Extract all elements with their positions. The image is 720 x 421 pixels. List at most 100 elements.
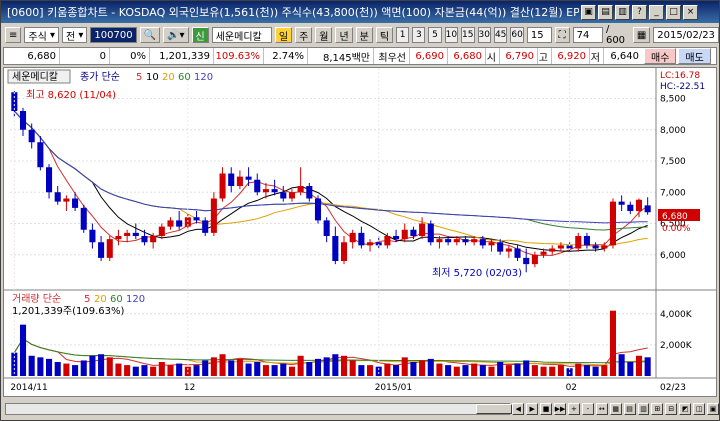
volume-bar <box>176 363 183 376</box>
hc-label: HC:-22.51 <box>660 82 705 92</box>
scroll-thumb[interactable] <box>476 404 512 414</box>
candle-body <box>106 239 113 258</box>
layout-icon[interactable]: ▤ <box>598 4 613 20</box>
volume-bar <box>288 366 295 376</box>
help-icon[interactable]: ? <box>632 4 647 20</box>
candle-body <box>254 179 261 193</box>
freq-month[interactable]: 월 <box>315 27 333 43</box>
code-input[interactable]: 100700 <box>90 27 137 43</box>
unit-select[interactable]: 15 <box>526 27 552 43</box>
calendar-icon[interactable]: ▦ <box>632 27 651 43</box>
volume-bar <box>98 354 105 376</box>
candle-body <box>262 189 269 193</box>
volume-bar <box>488 366 495 376</box>
candle-body <box>583 236 590 246</box>
fullscreen-icon[interactable]: ⛶ <box>554 27 570 43</box>
min-label: 최저 5,720 (02/03) <box>432 267 522 279</box>
candle-body <box>575 236 582 249</box>
chart-area[interactable]: 6,000 6,500 7,000 7,500 8,000 8,500 2,000K 4,0… <box>3 67 717 397</box>
candle-body <box>471 239 478 243</box>
trade-amount: 8,145백만 <box>308 48 374 64</box>
period-tick[interactable]: 틱 <box>375 27 394 43</box>
price-change: 0 <box>60 48 110 64</box>
maximize-button[interactable]: □ <box>666 4 681 20</box>
price-chart[interactable]: 6,0006,5007,0007,5008,0008,500 2,000K4,0… <box>4 68 716 396</box>
search-icon[interactable]: 🔍 <box>139 27 161 43</box>
layout-b-icon[interactable]: ▥ <box>637 403 650 415</box>
volume-bar <box>549 366 556 376</box>
prev-select[interactable]: 전 ▾ <box>62 27 88 43</box>
speaker-icon[interactable]: 🔊▾ <box>163 27 189 43</box>
unit-3[interactable]: 3 <box>412 27 426 43</box>
price-tick-label: 7,500 <box>660 157 686 167</box>
sell-button[interactable]: 매도 <box>678 48 711 64</box>
settings-icon[interactable]: ▣ <box>707 403 719 415</box>
volume-bar <box>410 362 417 376</box>
stock-tag: 세운메디칼 <box>12 70 58 83</box>
unit-60[interactable]: 60 <box>510 27 524 43</box>
expand-icon[interactable]: ⊞ <box>651 403 664 415</box>
candle-body <box>549 248 556 252</box>
candle-body <box>523 257 530 265</box>
volume-bar <box>332 354 339 376</box>
volume-bar <box>340 355 348 376</box>
unit-45[interactable]: 45 <box>493 27 508 43</box>
unit-1[interactable]: 1 <box>396 27 410 43</box>
volume-bar <box>523 360 530 376</box>
time-tick-label: 12 <box>184 383 195 393</box>
candle-body <box>210 198 217 233</box>
nav-end-button[interactable]: ▶▶ <box>554 403 567 415</box>
best-ask: 6,690 <box>410 48 448 64</box>
volume-title: 거래량 단순 <box>12 293 61 305</box>
freq-year[interactable]: 년 <box>335 27 353 43</box>
volume-bar <box>462 365 469 376</box>
legend-title: 종가 단순 <box>80 71 120 83</box>
candle-body <box>37 142 44 168</box>
unit-15[interactable]: 15 <box>461 27 475 43</box>
unit-30[interactable]: 30 <box>477 27 491 43</box>
candle-body <box>132 232 139 236</box>
panel-icon[interactable]: ◫ <box>693 403 706 415</box>
price-tag: 6,680 <box>662 212 688 222</box>
collapse-icon[interactable]: ⊟ <box>665 403 678 415</box>
freq-week[interactable]: 주 <box>295 27 313 43</box>
candle-body <box>427 223 434 243</box>
title-bar[interactable]: [0600] 키움종합차트 - KOSDAQ 외국인보유(1,561(천)) 주… <box>1 1 719 23</box>
unit-10[interactable]: 10 <box>444 27 459 43</box>
tile-icon[interactable]: ▣ <box>581 4 596 20</box>
nav-stop-button[interactable]: ■ <box>540 403 553 415</box>
grid-toggle-icon[interactable]: ▦ <box>609 403 622 415</box>
count-total: / 600 <box>605 24 626 46</box>
volume-bar <box>471 363 478 376</box>
volume-bar <box>228 360 235 376</box>
volume-bar <box>46 358 53 376</box>
volume-bar <box>384 363 391 376</box>
split-icon[interactable]: ◩ <box>679 403 692 415</box>
volume-bar <box>202 360 209 376</box>
count-input[interactable]: 74 <box>572 27 603 43</box>
minimize-button[interactable]: _ <box>649 4 664 20</box>
zoom-out-button[interactable]: - <box>581 403 594 415</box>
menu-icon[interactable]: ≡ <box>5 27 22 43</box>
close-button[interactable]: × <box>683 4 698 20</box>
period-minute[interactable]: 분 <box>355 27 373 43</box>
window-title: [0600] 키움종합차트 - KOSDAQ 외국인보유(1,561(천)) 주… <box>7 6 579 19</box>
day-badge[interactable]: 일 <box>274 27 293 43</box>
nav-prev-button[interactable]: ◀ <box>512 403 525 415</box>
type-select[interactable]: 주식 ▾ <box>24 27 59 43</box>
zoom-in-button[interactable]: + <box>568 403 580 415</box>
unit-5[interactable]: 5 <box>428 27 442 43</box>
volume-bar <box>393 365 400 376</box>
grid-icon[interactable]: ▥ <box>615 4 630 20</box>
candle-body <box>141 236 148 243</box>
date-input[interactable]: 2015/02/23 <box>653 27 719 43</box>
vol-ma5-label: 5 <box>84 294 90 305</box>
nav-next-button[interactable]: ▶ <box>526 403 539 415</box>
fit-button[interactable]: ↔ <box>595 403 608 415</box>
volume-bar <box>89 355 96 376</box>
candle-body <box>358 232 365 246</box>
chart-scrollbar[interactable] <box>5 403 512 415</box>
candle-body <box>193 217 200 221</box>
layout-a-icon[interactable]: ▤ <box>623 403 636 415</box>
buy-button[interactable]: 매수 <box>644 48 677 64</box>
